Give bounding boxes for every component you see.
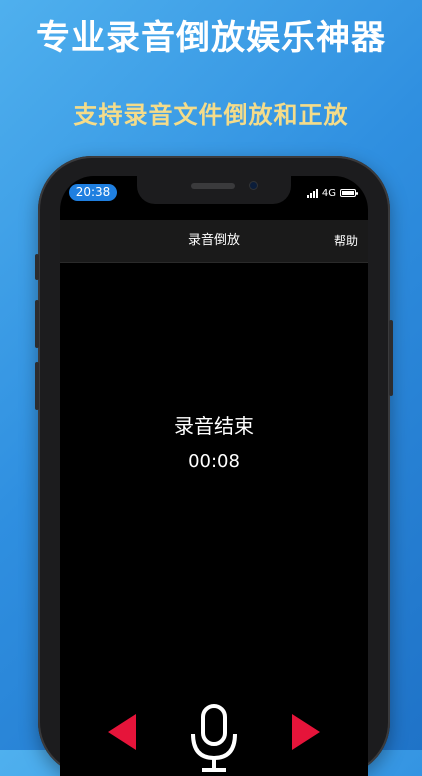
battery-icon — [340, 189, 358, 197]
status-time: 20:38 — [69, 184, 117, 201]
play-forward-icon[interactable] — [292, 714, 320, 750]
phone-frame: 20:38 4G 录音倒放 帮助 录音结束 00:08 — [35, 156, 393, 776]
network-type: 4G — [321, 187, 336, 199]
promo-subline: 支持录音文件倒放和正放 — [73, 101, 349, 129]
recording-status: 录音结束 — [174, 414, 254, 438]
nav-title: 录音倒放 — [187, 233, 240, 248]
promo-headline: 专业录音倒放娱乐神器 — [36, 18, 386, 58]
status-indicators: 4G — [306, 185, 358, 201]
microphone-icon[interactable] — [188, 704, 240, 774]
phone-screen: 20:38 4G 录音倒放 帮助 录音结束 00:08 — [60, 176, 368, 776]
mute-switch — [35, 254, 39, 280]
volume-down-button — [35, 362, 39, 410]
notch — [137, 176, 291, 204]
play-reverse-icon[interactable] — [108, 714, 136, 750]
help-button[interactable]: 帮助 — [334, 220, 358, 262]
volume-up-button — [35, 300, 39, 348]
power-button — [389, 320, 393, 396]
signal-icon — [306, 188, 318, 198]
front-camera — [249, 181, 258, 190]
earpiece-speaker — [191, 183, 235, 189]
recording-timer: 00:08 — [188, 451, 240, 472]
navigation-bar: 录音倒放 帮助 — [60, 220, 368, 263]
